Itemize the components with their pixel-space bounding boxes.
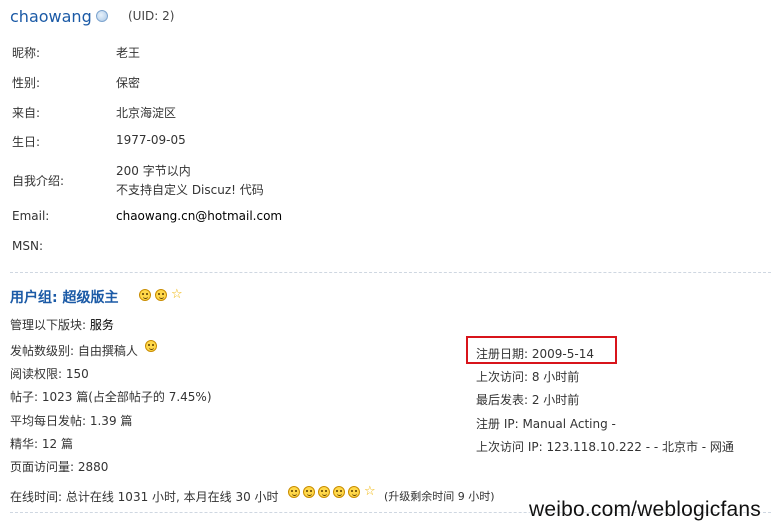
- smiley-icon: [333, 486, 345, 498]
- username[interactable]: chaowang: [10, 7, 92, 26]
- smiley-icon: [318, 486, 330, 498]
- smiley-icon: [303, 486, 315, 498]
- uid-label: (UID: 2): [128, 9, 175, 23]
- online-status-icon: [96, 10, 108, 22]
- gender-label: 性别:: [12, 76, 41, 90]
- managed-forums-label: 管理以下版块:: [10, 318, 87, 332]
- nickname-value: 老王: [116, 46, 141, 60]
- star-icon: ☆: [364, 484, 376, 499]
- read-permission: 阅读权限: 150: [10, 367, 89, 381]
- section-divider: [10, 272, 771, 273]
- post-level: 发帖数级别: 自由撰稿人: [10, 344, 138, 358]
- daily-posts: 平均每日发帖: 1.39 篇: [10, 414, 133, 428]
- last-post: 最后发表: 2 小时前: [476, 393, 580, 407]
- post-count: 帖子: 1023 篇(占全部帖子的 7.45%): [10, 390, 212, 404]
- smiley-icon: [145, 340, 157, 352]
- bio-value-line1: 200 字节以内: [116, 164, 191, 178]
- nickname-label: 昵称:: [12, 46, 41, 60]
- birthday-label: 生日:: [12, 135, 41, 149]
- registration-date-highlight: [466, 336, 617, 364]
- last-visit-ip: 上次访问 IP: 123.118.10.222 - - 北京市 - 网通: [476, 440, 734, 454]
- email-label: Email:: [12, 209, 50, 223]
- online-time: 在线时间: 总计在线 1031 小时, 本月在线 30 小时: [10, 490, 279, 504]
- location-label: 来自:: [12, 106, 41, 120]
- upgrade-remaining: (升级剩余时间 9 小时): [384, 490, 495, 503]
- birthday-value: 1977-09-05: [116, 133, 186, 147]
- msn-label: MSN:: [12, 239, 43, 253]
- weibo-watermark: weibo.com/weblogicfans: [528, 498, 761, 521]
- smiley-icon: [288, 486, 300, 498]
- user-group-title: 用户组: 超级版主: [10, 290, 119, 306]
- page-views: 页面访问量: 2880: [10, 460, 109, 474]
- managed-forums: 管理以下版块: 服务: [10, 316, 114, 333]
- smiley-icon: [155, 289, 167, 301]
- managed-forum-link[interactable]: 服务: [90, 318, 114, 332]
- bio-label: 自我介绍:: [12, 174, 65, 188]
- smiley-icon: [139, 289, 151, 301]
- digest-count: 精华: 12 篇: [10, 437, 73, 451]
- location-value: 北京海淀区: [116, 106, 177, 120]
- star-icon: ☆: [171, 287, 183, 302]
- email-value[interactable]: chaowang.cn@hotmail.com: [116, 209, 282, 223]
- bio-value-line2: 不支持自定义 Discuz! 代码: [116, 183, 264, 197]
- registration-ip: 注册 IP: Manual Acting -: [476, 417, 616, 431]
- gender-value: 保密: [116, 76, 141, 90]
- last-visit: 上次访问: 8 小时前: [476, 370, 580, 384]
- smiley-icon: [348, 486, 360, 498]
